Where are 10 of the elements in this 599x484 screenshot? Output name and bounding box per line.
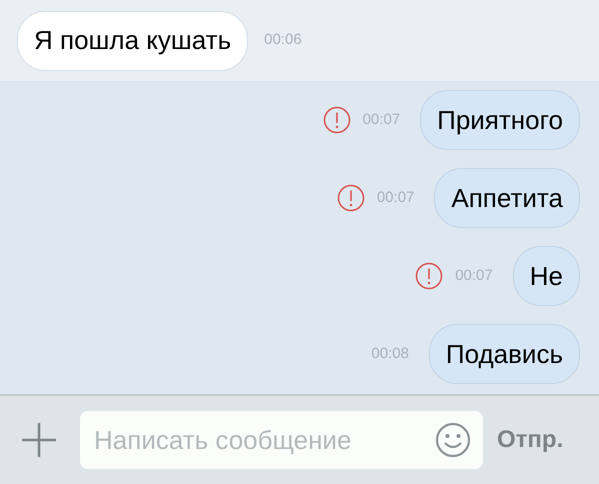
message-bubble: Аппетита — [434, 168, 580, 228]
message-field[interactable]: Написать сообщение — [80, 411, 483, 469]
message-bubble: Не — [512, 246, 580, 306]
smiley-icon[interactable] — [435, 422, 471, 458]
message-bubble: Я пошла кушать — [17, 10, 248, 70]
message-bubble: Приятного — [420, 90, 580, 150]
message-time: 00:06 — [264, 30, 302, 50]
message-bubble: Подавись — [428, 324, 580, 384]
plus-icon[interactable] — [20, 421, 58, 459]
send-button[interactable]: Отпр. — [497, 422, 564, 458]
